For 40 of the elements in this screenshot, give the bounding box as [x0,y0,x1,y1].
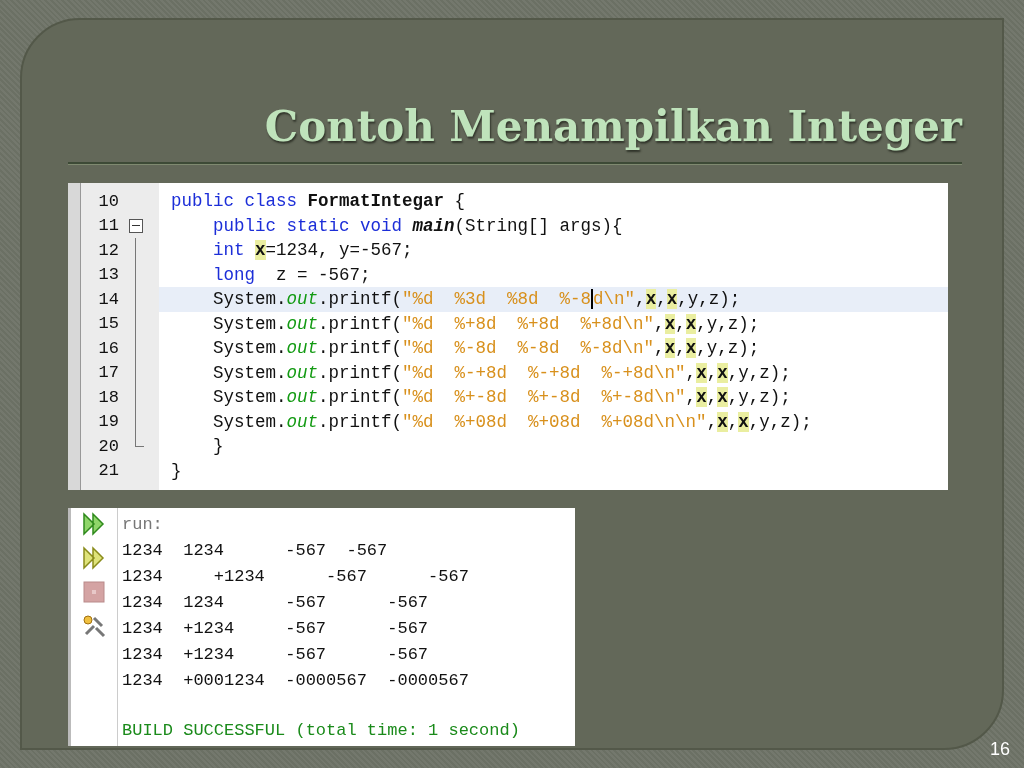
rerun-icon[interactable] [82,546,106,570]
line-number: 16 [97,338,119,358]
fold-end-line [135,434,144,447]
line-number: 15 [97,314,119,334]
line-number: 18 [97,387,119,407]
code-line: System.out.printf("%d %+8d %+8d %+8d\n",x,x,y,z); [212,313,760,334]
line-number: 12 [97,240,119,260]
code-line: } [212,436,224,457]
line-number: 14 [97,289,119,309]
line-number: 20 [97,436,119,456]
output-line: 1234 +1234 -567 -567 [122,644,430,666]
output-line: 1234 +0001234 -0000567 -0000567 [122,670,470,692]
output-line: 1234 +1234 -567 -567 [122,566,470,588]
code-line: public class FormatIntegar { [171,191,466,212]
page-number: 16 [989,739,1010,760]
stop-icon[interactable] [82,580,106,604]
code-line: System.out.printf("%d %-8d %-8d %-8d\n",x,x,y,z); [212,338,760,359]
run-icon[interactable] [82,512,106,536]
code-line: System.out.printf("%d %+08d %+08d %+08d\n\n",x,x,y,z); [212,411,812,432]
line-number: 21 [97,461,119,481]
code-line: public static void main(String[] args){ [212,215,623,236]
output-line: 1234 +1234 -567 -567 [122,618,430,640]
collapse-icon[interactable] [129,218,143,233]
code-line: System.out.printf("%d %3d %8d %-8 d\n",x,x,y,z); [212,289,741,310]
wrench-icon[interactable] [82,614,106,638]
output-line: run: [122,514,164,536]
line-number: 13 [97,265,119,285]
code-line: int x=1234, y=-567; [212,240,413,261]
output-line: 1234 1234 -567 -567 [122,540,389,562]
line-number: 10 [97,191,119,211]
code-line: System.out.printf("%d %-+8d %-+8d %-+8d\n",x,x,y,z); [212,362,791,383]
line-number: 11 [97,216,119,236]
output-line: 1234 1234 -567 -567 [122,592,430,614]
line-number: 17 [97,363,119,383]
code-line: System.out.printf("%d %+-8d %+-8d %+-8d\n",x,x,y,z); [212,387,791,408]
slide-title: Contoh Menampilkan Integer [263,101,962,153]
output-line: BUILD SUCCESSFUL (total time: 1 second) [122,720,520,742]
code-line: long z = -567; [212,264,371,285]
line-number: 19 [97,412,119,432]
code-line: } [171,460,182,481]
